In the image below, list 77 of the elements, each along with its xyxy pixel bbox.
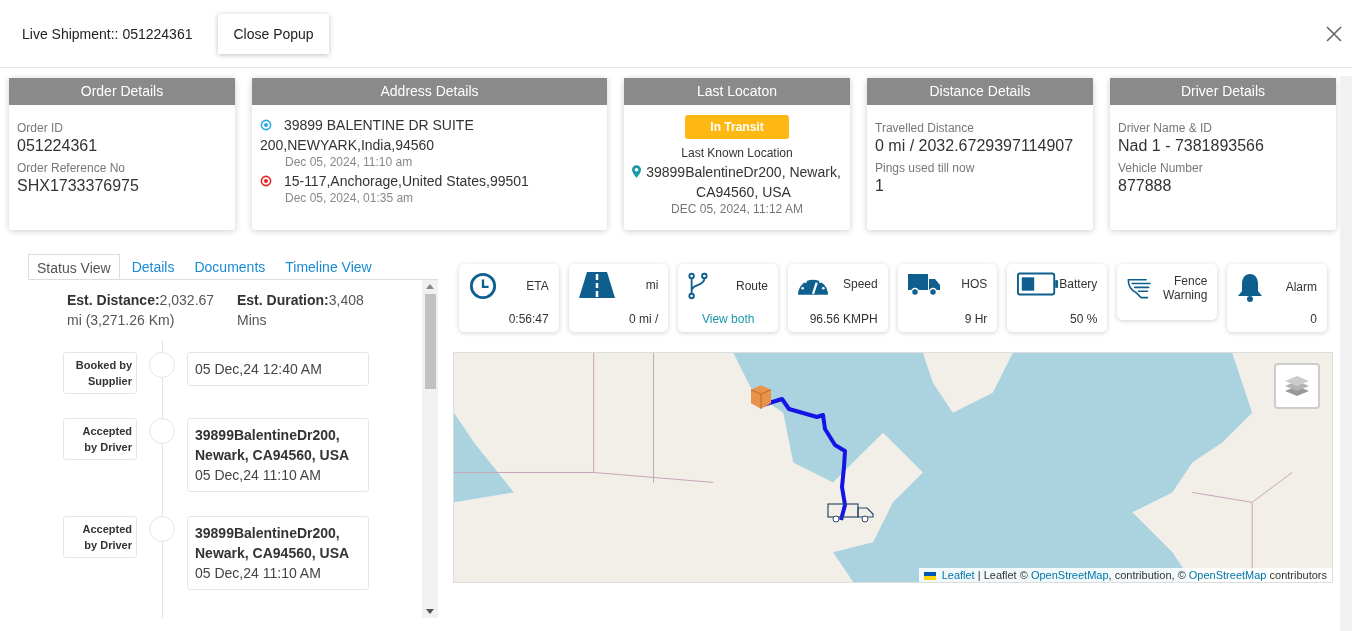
field-value: 1 bbox=[875, 177, 885, 195]
layers-button[interactable] bbox=[1274, 363, 1320, 409]
battery-icon bbox=[1017, 272, 1060, 296]
status-badge: In Transit bbox=[685, 115, 789, 139]
tile-value: 9 Hr bbox=[963, 312, 988, 326]
event-address: 39899BalentineDr200, Newark, CA94560, USA bbox=[195, 426, 351, 465]
field-value: 0 mi / 2032.6729397114907 bbox=[875, 137, 1075, 155]
field-value: Nad 1 - 7381893566 bbox=[1118, 137, 1265, 155]
truck-icon bbox=[827, 501, 875, 523]
scrollbar[interactable] bbox=[422, 280, 438, 618]
attribution-link[interactable]: Leaflet bbox=[941, 569, 975, 581]
tile-label: Battery bbox=[1059, 277, 1098, 291]
tile-value: 0 bbox=[1309, 312, 1318, 326]
field-label: Driver Name & ID bbox=[1118, 121, 1213, 135]
tile-value: 0 mi / bbox=[628, 312, 659, 326]
tile-value: 0:56:47 bbox=[507, 312, 549, 326]
field-value: SHX1733376975 bbox=[17, 177, 140, 195]
estimated-distance: Est. Distance:2,032.67 mi (3,271.26 Km) bbox=[67, 291, 216, 330]
status-label: Accepted by Driver bbox=[63, 418, 137, 460]
location-caption: Last Known Location bbox=[680, 146, 794, 160]
location-address: 39899BalentineDr200, Newark, CA94560, USA bbox=[645, 163, 842, 202]
tile-label: Alarm bbox=[1285, 280, 1318, 294]
field-label: Travelled Distance bbox=[875, 121, 975, 135]
field-label: Order ID bbox=[17, 121, 64, 135]
map-attribution: Leaflet | Leaflet © OpenStreetMap, contribution, © OpenStreetMap contributors bbox=[918, 568, 1332, 582]
card-header: Driver Details bbox=[1110, 78, 1336, 105]
tab[interactable]: Details bbox=[123, 254, 183, 279]
field-label: Order Reference No bbox=[17, 161, 127, 175]
bell-icon bbox=[1237, 272, 1264, 302]
tile-label: Fence Warning bbox=[1162, 274, 1208, 302]
popup-title: Live Shipment:: 051224361 bbox=[22, 25, 193, 42]
status-label: Accepted by Driver bbox=[63, 516, 137, 558]
truck-icon bbox=[907, 272, 940, 296]
address-time: Dec 05, 2024, 11:10 am bbox=[284, 155, 414, 169]
address-time: Dec 05, 2024, 01:35 am bbox=[284, 191, 415, 205]
event-time: 05 Dec,24 11:10 AM bbox=[195, 466, 322, 485]
tile-label: Route bbox=[736, 279, 768, 293]
tab[interactable]: Timeline View bbox=[277, 254, 380, 279]
tile-label: mi bbox=[645, 278, 659, 292]
status-label: Booked by Supplier bbox=[63, 352, 137, 394]
field-value: 877888 bbox=[1118, 177, 1173, 195]
attribution-link[interactable]: OpenStreetMap bbox=[1188, 569, 1267, 581]
tile-label: ETA bbox=[526, 279, 549, 293]
event-address: 39899BalentineDr200, Newark, CA94560, USA bbox=[195, 524, 351, 563]
tile-label: HOS bbox=[961, 277, 988, 291]
close-popup-button[interactable]: Close Popup bbox=[218, 13, 329, 54]
route-icon bbox=[688, 272, 709, 300]
field-label: Pings used till now bbox=[875, 161, 976, 175]
estimated-duration: Est. Duration:3,408 Mins bbox=[237, 291, 365, 330]
card-header: Distance Details bbox=[867, 78, 1093, 105]
event-time: 05 Dec,24 11:10 AM bbox=[195, 564, 322, 583]
tab[interactable]: Status View bbox=[28, 254, 120, 279]
tab[interactable]: Documents bbox=[186, 254, 274, 279]
field-label: Vehicle Number bbox=[1118, 161, 1204, 175]
layers-icon bbox=[1284, 374, 1310, 398]
road-icon bbox=[578, 272, 615, 298]
card-header: Last Locaton bbox=[624, 78, 850, 105]
tile-value: 96.56 KMPH bbox=[808, 312, 878, 326]
location-pin-icon bbox=[632, 165, 641, 178]
address-text: 39899 BALENTINE DR SUITE 200,NEWYARK,India,94560 bbox=[260, 117, 474, 153]
card-header: Address Details bbox=[252, 78, 607, 105]
scroll-down-icon[interactable] bbox=[426, 609, 434, 614]
close-icon[interactable] bbox=[1326, 25, 1342, 42]
card-header: Order Details bbox=[9, 78, 235, 105]
clock-icon bbox=[469, 272, 497, 300]
view-both-link[interactable]: View both bbox=[688, 312, 768, 326]
flag-icon bbox=[923, 572, 936, 580]
tile-label: Speed bbox=[843, 276, 878, 291]
location-time: DEC 05, 2024, 11:12 AM bbox=[670, 202, 804, 216]
scroll-up-icon[interactable] bbox=[426, 284, 434, 289]
package-icon bbox=[751, 385, 771, 409]
field-value: 051224361 bbox=[17, 137, 99, 155]
address-text: 15-117,Anchorage,United States,99501 bbox=[283, 173, 529, 189]
attribution-link[interactable]: OpenStreetMap bbox=[1030, 569, 1109, 581]
scrollbar-thumb[interactable] bbox=[424, 294, 436, 389]
event-time: 05 Dec,24 12:40 AM bbox=[195, 360, 323, 379]
tile-value: 50 % bbox=[1069, 312, 1098, 326]
